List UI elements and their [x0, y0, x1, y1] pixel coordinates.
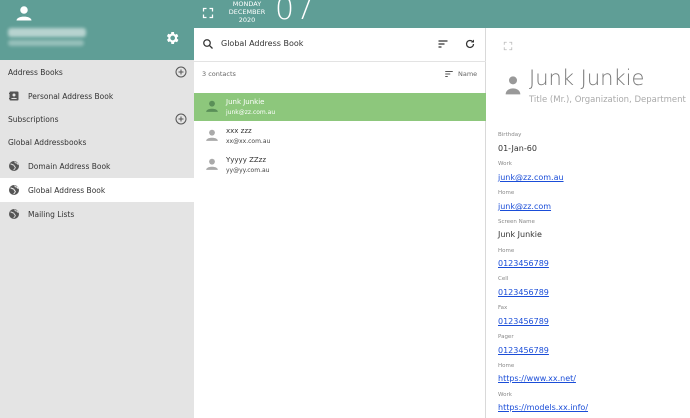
- home-url-link[interactable]: https://www.xx.net/: [498, 374, 576, 383]
- globe-icon: [9, 209, 19, 219]
- section-address-books-label: Address Books: [8, 67, 63, 77]
- user-icon: [505, 76, 521, 95]
- sidebar-item-label: Personal Address Book: [28, 91, 114, 101]
- sidebar-item-personal-address-book[interactable]: Personal Address Book: [0, 84, 194, 108]
- field-label-work-url: Work: [498, 392, 512, 398]
- home-phone-link[interactable]: 0123456789: [498, 259, 549, 268]
- sidebar-item-label: Global Address Book: [28, 185, 106, 195]
- sidebar-item-label: Mailing Lists: [28, 209, 75, 219]
- section-subscriptions: Subscriptions: [0, 107, 194, 131]
- refresh-icon[interactable]: [464, 38, 476, 50]
- contact-row[interactable]: Yyyyy ZZzz yy@yy.com.au: [194, 151, 486, 179]
- sort-icon[interactable]: [437, 38, 449, 50]
- pager-link[interactable]: 0123456789: [498, 346, 549, 355]
- field-label-home-phone: Home: [498, 248, 515, 254]
- user-icon: [206, 158, 218, 170]
- gear-icon[interactable]: [164, 30, 180, 46]
- user-email-blurred: [8, 40, 84, 46]
- top-bar: MONDAY DECEMBER 2020 07: [194, 0, 690, 28]
- section-address-books: Address Books: [0, 60, 194, 84]
- contact-row-selected[interactable]: Junk Junkie junk@zz.com.au: [194, 93, 486, 121]
- section-global-addressbooks: Global Addressbooks: [0, 130, 194, 154]
- sidebar-item-domain-address-book[interactable]: Domain Address Book: [0, 154, 194, 178]
- field-label-work-email: Work: [498, 161, 512, 167]
- contact-email: junk@zz.com.au: [226, 109, 276, 116]
- contact-detail-panel: Junk Junkie Title (Mr.), Organization, D…: [487, 28, 690, 418]
- list-toolbar: Global Address Book: [194, 28, 486, 62]
- field-label-home-email: Home: [498, 190, 515, 196]
- field-label-birthday: Birthday: [498, 132, 522, 138]
- field-label-home-url: Home: [498, 363, 515, 369]
- work-url-link[interactable]: https://models.xx.info/: [498, 403, 588, 412]
- sidebar-item-mailing-lists[interactable]: Mailing Lists: [0, 202, 194, 226]
- section-subscriptions-label: Subscriptions: [8, 114, 59, 124]
- sidebar-item-global-address-book[interactable]: Global Address Book: [0, 178, 194, 202]
- contact-list-panel: Global Address Book 3 contacts Name Junk…: [194, 28, 486, 418]
- user-name-blurred: [8, 28, 86, 37]
- contact-card-icon: [9, 91, 19, 101]
- cell-phone-link[interactable]: 0123456789: [498, 288, 549, 297]
- contact-full-name: Junk Junkie: [529, 66, 645, 90]
- list-title: Global Address Book: [221, 39, 304, 48]
- user-icon: [206, 100, 218, 112]
- field-value-birthday: 01-Jan-60: [498, 144, 537, 153]
- contact-row[interactable]: xxx zzz xx@xx.com.au: [194, 122, 486, 150]
- sidebar-item-label: Domain Address Book: [28, 161, 111, 171]
- field-label-fax: Fax: [498, 305, 508, 311]
- sort-by-icon[interactable]: [444, 69, 454, 79]
- sidebar: Address Books Personal Address Book Subs…: [0, 0, 194, 418]
- date-year: 2020: [238, 16, 256, 24]
- contact-email: yy@yy.com.au: [226, 167, 270, 174]
- field-label-pager: Pager: [498, 334, 514, 340]
- expand-icon[interactable]: [503, 41, 513, 51]
- field-label-screen-name: Screen Name: [498, 219, 535, 225]
- date-number: 07: [275, 0, 316, 27]
- sidebar-header: [0, 0, 194, 60]
- contact-title: Title (Mr.), Organization, Department: [529, 95, 686, 105]
- search-icon[interactable]: [202, 38, 214, 50]
- contact-count: 3 contacts: [202, 70, 236, 78]
- section-global-addressbooks-label: Global Addressbooks: [8, 137, 87, 147]
- globe-icon: [9, 161, 19, 171]
- contact-name: Junk Junkie: [226, 98, 265, 106]
- contact-email: xx@xx.com.au: [226, 138, 271, 145]
- globe-icon: [9, 185, 19, 195]
- user-icon[interactable]: [15, 4, 33, 22]
- field-value-screen-name: Junk Junkie: [498, 230, 542, 239]
- add-address-book-icon[interactable]: [175, 66, 187, 78]
- sort-by-label[interactable]: Name: [458, 70, 477, 78]
- fax-link[interactable]: 0123456789: [498, 317, 549, 326]
- fullscreen-icon[interactable]: [202, 7, 214, 19]
- home-email-link[interactable]: junk@zz.com: [498, 202, 551, 211]
- user-icon: [206, 129, 218, 141]
- field-label-cell-phone: Cell: [498, 276, 509, 282]
- work-email-link[interactable]: junk@zz.com.au: [498, 173, 564, 182]
- contact-name: Yyyyy ZZzz: [226, 156, 267, 164]
- contact-name: xxx zzz: [226, 127, 252, 135]
- add-subscription-icon[interactable]: [175, 113, 187, 125]
